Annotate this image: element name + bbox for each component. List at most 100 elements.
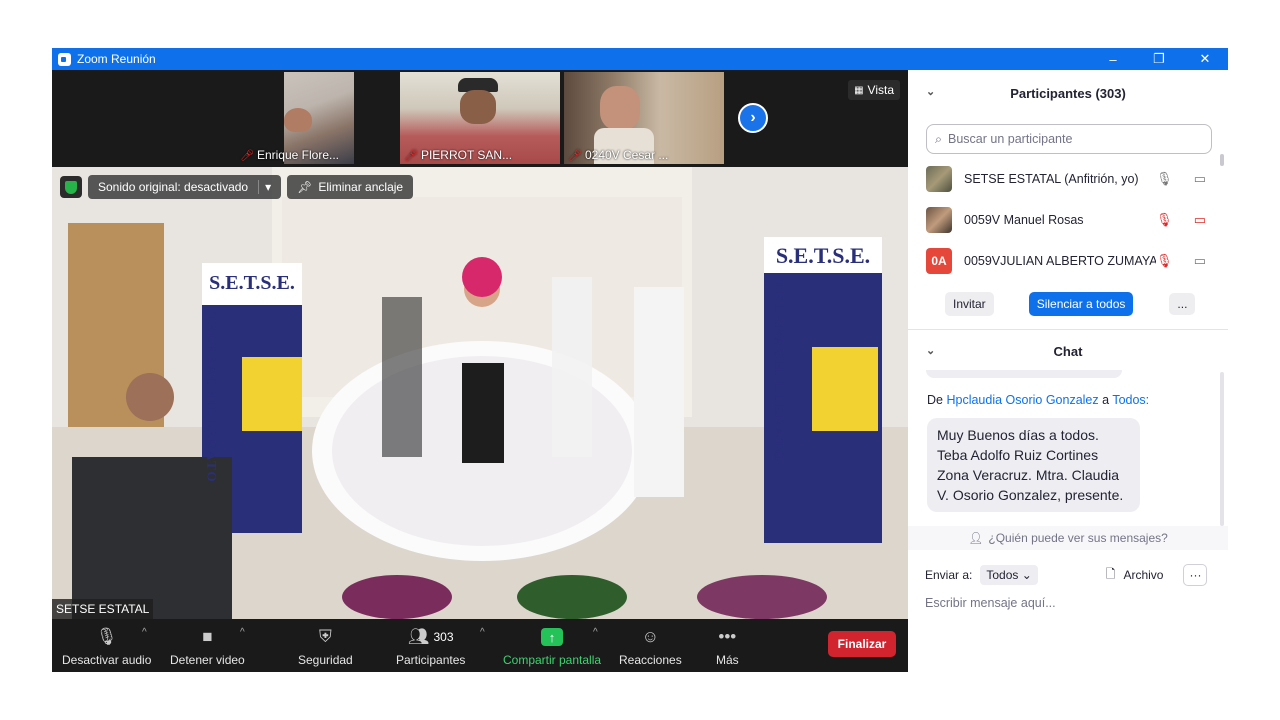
chevron-up-icon[interactable]: ^ xyxy=(480,627,485,638)
chevron-right-icon: › xyxy=(750,109,756,126)
send-to-label: Enviar a: xyxy=(925,568,973,582)
participant-name: PIERROT SAN... xyxy=(420,148,513,162)
chevron-up-icon[interactable]: ^ xyxy=(142,627,147,638)
mute-all-button[interactable]: Silenciar a todos xyxy=(1028,292,1134,316)
send-to-dropdown[interactable]: Todos ⌄ xyxy=(980,565,1038,585)
participant-actions: Invitar Silenciar a todos ... xyxy=(908,281,1228,319)
participants-header: ⌄ Participantes (303) xyxy=(908,70,1228,116)
invite-button[interactable]: Invitar xyxy=(945,292,994,316)
share-screen-label: Compartir pantalla xyxy=(503,653,602,667)
person-lock-icon: 👤︎ xyxy=(968,531,984,545)
more-label: Más xyxy=(716,653,739,667)
mute-button[interactable]: 🎙︎ Desactivar audio ^ xyxy=(62,625,151,667)
microphone-muted-icon[interactable]: 🎙︎ xyxy=(1156,253,1173,269)
view-label: Vista xyxy=(867,83,894,97)
avatar xyxy=(926,165,952,192)
participant-name: 0059V Manuel Rosas xyxy=(964,212,1084,227)
avatar: 0A xyxy=(926,247,952,274)
microphone-muted-icon[interactable]: 🎙︎ xyxy=(1156,212,1173,228)
share-screen-icon: ↑ xyxy=(503,625,601,649)
participant-name: Enrique Flore... xyxy=(256,148,340,162)
grid-icon: ▦ xyxy=(854,84,864,96)
participants-more-button[interactable]: ... xyxy=(1169,293,1196,315)
camera-icon: ■ xyxy=(202,627,213,646)
original-sound-button[interactable]: Sonido original: desactivado ▾ xyxy=(88,175,282,199)
file-label: Archivo xyxy=(1123,568,1164,582)
smiley-icon: ☺ xyxy=(641,627,660,646)
security-label: Seguridad xyxy=(298,653,353,667)
shield-icon: ⛨ xyxy=(318,627,332,646)
active-speaker-name: SETSE ESTATAL xyxy=(52,599,154,619)
participant-name: 0240V Cesar ... xyxy=(584,148,669,162)
speaker-video-scene: S.E.T.S.E. S.E.T.S.E. TELEBACHILLERATO T… xyxy=(52,167,908,619)
participants-title: Participantes (303) xyxy=(1010,85,1126,101)
original-sound-label: Sonido original: desactivado xyxy=(98,180,249,194)
side-panel: ⌄ Participantes (303) ⌕ Buscar un partic… xyxy=(908,70,1228,672)
file-icon: 🗋 xyxy=(1105,566,1116,581)
microphone-icon: 🎙︎ xyxy=(95,627,118,646)
face-shape xyxy=(460,90,496,124)
share-screen-button[interactable]: ↑ Compartir pantalla ^ xyxy=(503,625,601,667)
avatar xyxy=(926,206,952,233)
microphone-icon[interactable]: 🎙︎ xyxy=(1156,171,1173,187)
camera-icon[interactable]: ▭ xyxy=(1194,253,1206,269)
mic-muted-icon: 🎤︎ xyxy=(240,149,254,162)
reactions-label: Reacciones xyxy=(619,653,682,667)
to-word: a xyxy=(1102,393,1110,407)
face-shape xyxy=(284,108,312,132)
participant-thumbnail[interactable]: 🎤︎ Enrique Flore... xyxy=(236,72,354,164)
security-button[interactable]: ⛨ Seguridad xyxy=(298,625,353,667)
mic-muted-icon: 🎤︎ xyxy=(404,149,418,162)
participant-thumbnail[interactable]: 🎤︎ PIERROT SAN... xyxy=(400,72,560,164)
ellipsis-icon: ••• xyxy=(718,627,737,646)
face-shape xyxy=(600,86,640,130)
participants-button[interactable]: 👥︎ 303 Participantes ^ xyxy=(396,625,485,667)
camera-icon[interactable]: ▭ xyxy=(1194,171,1206,187)
chat-more-button[interactable]: ··· xyxy=(1183,564,1208,586)
unpin-label: Eliminar anclaje xyxy=(318,180,404,194)
recipient-name[interactable]: Todos: xyxy=(1112,393,1149,407)
participant-search-input[interactable]: ⌕ Buscar un participante xyxy=(926,124,1212,154)
chevron-up-icon[interactable]: ^ xyxy=(593,627,598,638)
zoom-logo-icon xyxy=(58,52,71,66)
restore-button[interactable]: ❐ xyxy=(1136,48,1182,70)
participants-icon: 👥︎ 303 xyxy=(407,627,454,646)
encryption-shield-icon[interactable] xyxy=(60,176,82,198)
participant-row[interactable]: SETSE ESTATAL (Anfitrión, yo) 🎙︎ ▭ xyxy=(908,158,1228,199)
collapse-chevron-icon[interactable]: ⌄ xyxy=(926,85,935,98)
meeting-toolbar: 🎙︎ Desactivar audio ^ ■ Detener video ^ … xyxy=(52,619,908,672)
sender-name[interactable]: Hpclaudia Osorio Gonzalez xyxy=(946,393,1098,407)
chevron-up-icon[interactable]: ^ xyxy=(240,627,245,638)
more-button[interactable]: ••• Más xyxy=(716,625,739,667)
chat-header: ⌄ Chat xyxy=(908,330,1228,372)
camera-off-icon[interactable]: ▭ xyxy=(1194,212,1206,228)
stop-video-button[interactable]: ■ Detener video ^ xyxy=(170,625,245,667)
view-button[interactable]: ▦ Vista xyxy=(848,80,900,100)
window-title: Zoom Reunión xyxy=(77,52,156,66)
chat-message-input[interactable]: Escribir mensaje aquí... xyxy=(908,586,1228,610)
caret-down-icon[interactable]: ▾ xyxy=(258,180,271,194)
pin-icon: 📌︎ xyxy=(297,180,313,194)
close-button[interactable]: ✕ xyxy=(1182,48,1228,70)
participant-row[interactable]: 0059V Manuel Rosas 🎙︎ ▭ xyxy=(908,199,1228,240)
chat-scrollbar-track xyxy=(1220,372,1224,526)
collapse-chevron-icon[interactable]: ⌄ xyxy=(926,344,935,357)
send-to-row: Enviar a: Todos ⌄ 🗋 Archivo ··· xyxy=(908,550,1228,586)
unpin-button[interactable]: 📌︎ Eliminar anclaje xyxy=(287,175,414,199)
file-button[interactable]: 🗋 Archivo xyxy=(1106,565,1164,586)
participant-thumbnail[interactable]: 🎤︎ 0240V Cesar ... xyxy=(564,72,724,164)
reactions-button[interactable]: ☺ Reacciones xyxy=(619,625,682,667)
participant-list: SETSE ESTATAL (Anfitrión, yo) 🎙︎ ▭ 0059V … xyxy=(908,154,1228,281)
who-can-see-link[interactable]: 👤︎ ¿Quién puede ver sus mensajes? xyxy=(908,526,1228,550)
participant-row[interactable]: 0A 0059VJULIAN ALBERTO ZUMAYA... 🎙︎ ▭ xyxy=(908,240,1228,281)
next-page-button[interactable]: › xyxy=(738,103,768,133)
participants-label: Participantes xyxy=(396,653,466,667)
participant-name: 0059VJULIAN ALBERTO ZUMAYA... xyxy=(964,253,1156,268)
search-icon: ⌕ xyxy=(935,131,943,146)
end-meeting-button[interactable]: Finalizar xyxy=(828,631,896,657)
minimize-button[interactable]: – xyxy=(1090,48,1136,70)
participants-count: 303 xyxy=(433,630,454,644)
chat-message-bubble: Muy Buenos días a todos. Teba Adolfo Rui… xyxy=(927,418,1140,512)
title-bar: Zoom Reunión – ❐ ✕ xyxy=(52,48,1228,70)
search-placeholder: Buscar un participante xyxy=(948,132,1073,146)
